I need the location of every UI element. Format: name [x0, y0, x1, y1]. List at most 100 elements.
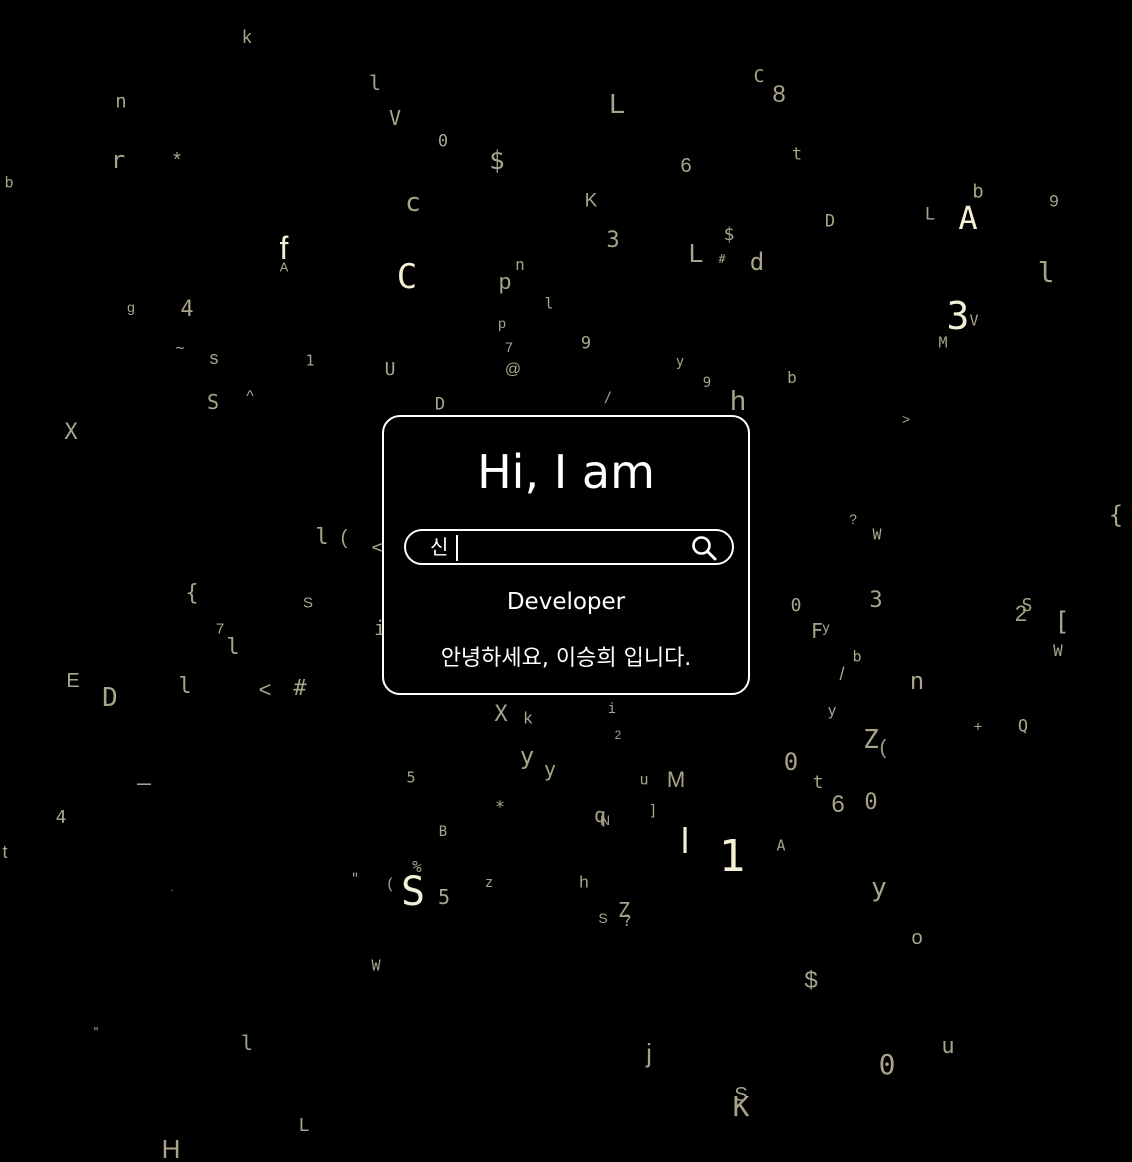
background-glyph: S — [302, 594, 314, 612]
background-glyph: 0 — [790, 595, 802, 616]
background-glyph: 3 — [946, 294, 970, 338]
background-glyph: / — [603, 390, 613, 406]
background-glyph: X — [64, 420, 78, 445]
background-glyph: c — [405, 188, 421, 218]
background-glyph: # — [293, 676, 307, 701]
background-glyph: [ — [1054, 607, 1070, 637]
background-glyph: z — [484, 875, 494, 891]
background-glyph: r — [110, 146, 126, 174]
background-glyph: l — [368, 71, 382, 95]
background-glyph: 5 — [437, 885, 451, 909]
background-glyph: K — [732, 1090, 750, 1123]
background-glyph: 6 — [680, 155, 692, 177]
background-glyph: i — [607, 701, 617, 717]
background-glyph: ] — [648, 801, 658, 820]
background-glyph: p — [498, 315, 506, 331]
background-glyph: s — [209, 348, 219, 368]
search-button[interactable] — [690, 534, 718, 562]
background-glyph: A — [279, 259, 289, 275]
background-glyph: ? — [622, 911, 632, 930]
greeting-heading: Hi, I am — [477, 445, 655, 499]
background-glyph: ( — [879, 737, 887, 759]
background-glyph: { — [185, 581, 199, 606]
background-glyph: / — [839, 664, 845, 684]
background-glyph: l — [178, 674, 192, 699]
background-glyph: 0 — [437, 131, 449, 152]
background-glyph: W — [371, 956, 381, 975]
background-glyph: A — [776, 836, 786, 855]
background-glyph: g — [127, 299, 135, 315]
background-glyph: d — [749, 248, 765, 276]
background-glyph: t — [791, 144, 803, 165]
search-bar: 신 — [404, 529, 734, 565]
background-glyph: + — [973, 718, 983, 736]
background-glyph: y — [519, 742, 535, 770]
background-glyph: E — [66, 670, 80, 692]
background-glyph: n — [909, 667, 925, 695]
background-glyph: H — [161, 1134, 181, 1162]
background-glyph: @ — [504, 361, 522, 378]
background-glyph: 9 — [580, 333, 592, 354]
background-glyph: L — [924, 204, 936, 225]
background-glyph: D — [102, 683, 118, 713]
background-glyph: Q — [1017, 716, 1029, 737]
background-glyph: . — [169, 884, 175, 893]
background-glyph: ( — [387, 875, 393, 893]
background-glyph: Z — [863, 725, 879, 755]
background-glyph: L — [688, 238, 704, 268]
background-glyph: 0 — [864, 790, 878, 815]
background-glyph: D — [434, 394, 446, 415]
background-glyph: 4 — [180, 297, 194, 322]
background-glyph: W — [1053, 641, 1063, 660]
background-glyph: 1 — [305, 351, 315, 370]
background-glyph: n — [515, 255, 525, 274]
background-glyph: $ — [804, 967, 818, 994]
background-glyph: $ — [723, 224, 735, 245]
background-glyph: * — [173, 149, 181, 171]
background-glyph: N — [599, 812, 611, 828]
background-glyph: l — [226, 635, 240, 660]
background-glyph: 8 — [772, 81, 786, 108]
background-glyph: K — [584, 190, 598, 212]
background-glyph: S — [400, 869, 426, 915]
background-glyph: 7 — [505, 339, 513, 355]
background-glyph: 9 — [702, 375, 712, 391]
background-glyph: M — [938, 333, 948, 352]
background-glyph: l — [240, 1031, 254, 1055]
background-glyph: b — [787, 368, 797, 387]
background-glyph: l — [681, 820, 689, 861]
background-glyph: h — [730, 385, 746, 416]
background-glyph: V — [388, 106, 402, 130]
background-glyph: u — [941, 1034, 955, 1059]
background-glyph: b — [4, 173, 14, 192]
introduction-text: 안녕하세요, 이승희 입니다. — [440, 646, 692, 671]
background-glyph: $ — [489, 146, 505, 176]
background-glyph: l — [544, 294, 554, 313]
background-glyph: > — [901, 411, 911, 427]
background-glyph: D — [824, 211, 836, 232]
background-glyph: l — [1037, 256, 1055, 289]
background-glyph: { — [1108, 501, 1124, 529]
background-glyph: C — [396, 257, 418, 297]
app-screen: k l C 8 n V L 0 $6 t r * b c Kb A 9 D Lf $3 Ld l A # Cp n 3 g 4 l p V M 7… — [0, 0, 1132, 1162]
text-caret — [456, 535, 458, 561]
background-glyph: ^ — [246, 388, 254, 405]
background-glyph: U — [384, 359, 396, 380]
background-glyph: y — [543, 757, 557, 781]
background-glyph: k — [242, 27, 252, 47]
background-glyph: V — [969, 311, 979, 330]
background-glyph: F — [810, 619, 824, 643]
background-glyph: W — [872, 525, 882, 544]
background-glyph: u — [639, 770, 649, 789]
search-icon — [692, 536, 717, 561]
background-glyph: S — [1021, 595, 1033, 616]
background-glyph: B — [438, 824, 448, 840]
background-glyph: L — [609, 88, 625, 119]
background-glyph: y — [675, 354, 685, 370]
search-input[interactable] — [430, 531, 680, 563]
background-glyph: t — [2, 842, 8, 862]
background-glyph: M — [666, 767, 686, 792]
background-glyph: X — [494, 702, 508, 727]
role-label: Developer — [506, 589, 626, 615]
background-glyph: 0 — [878, 1048, 896, 1081]
